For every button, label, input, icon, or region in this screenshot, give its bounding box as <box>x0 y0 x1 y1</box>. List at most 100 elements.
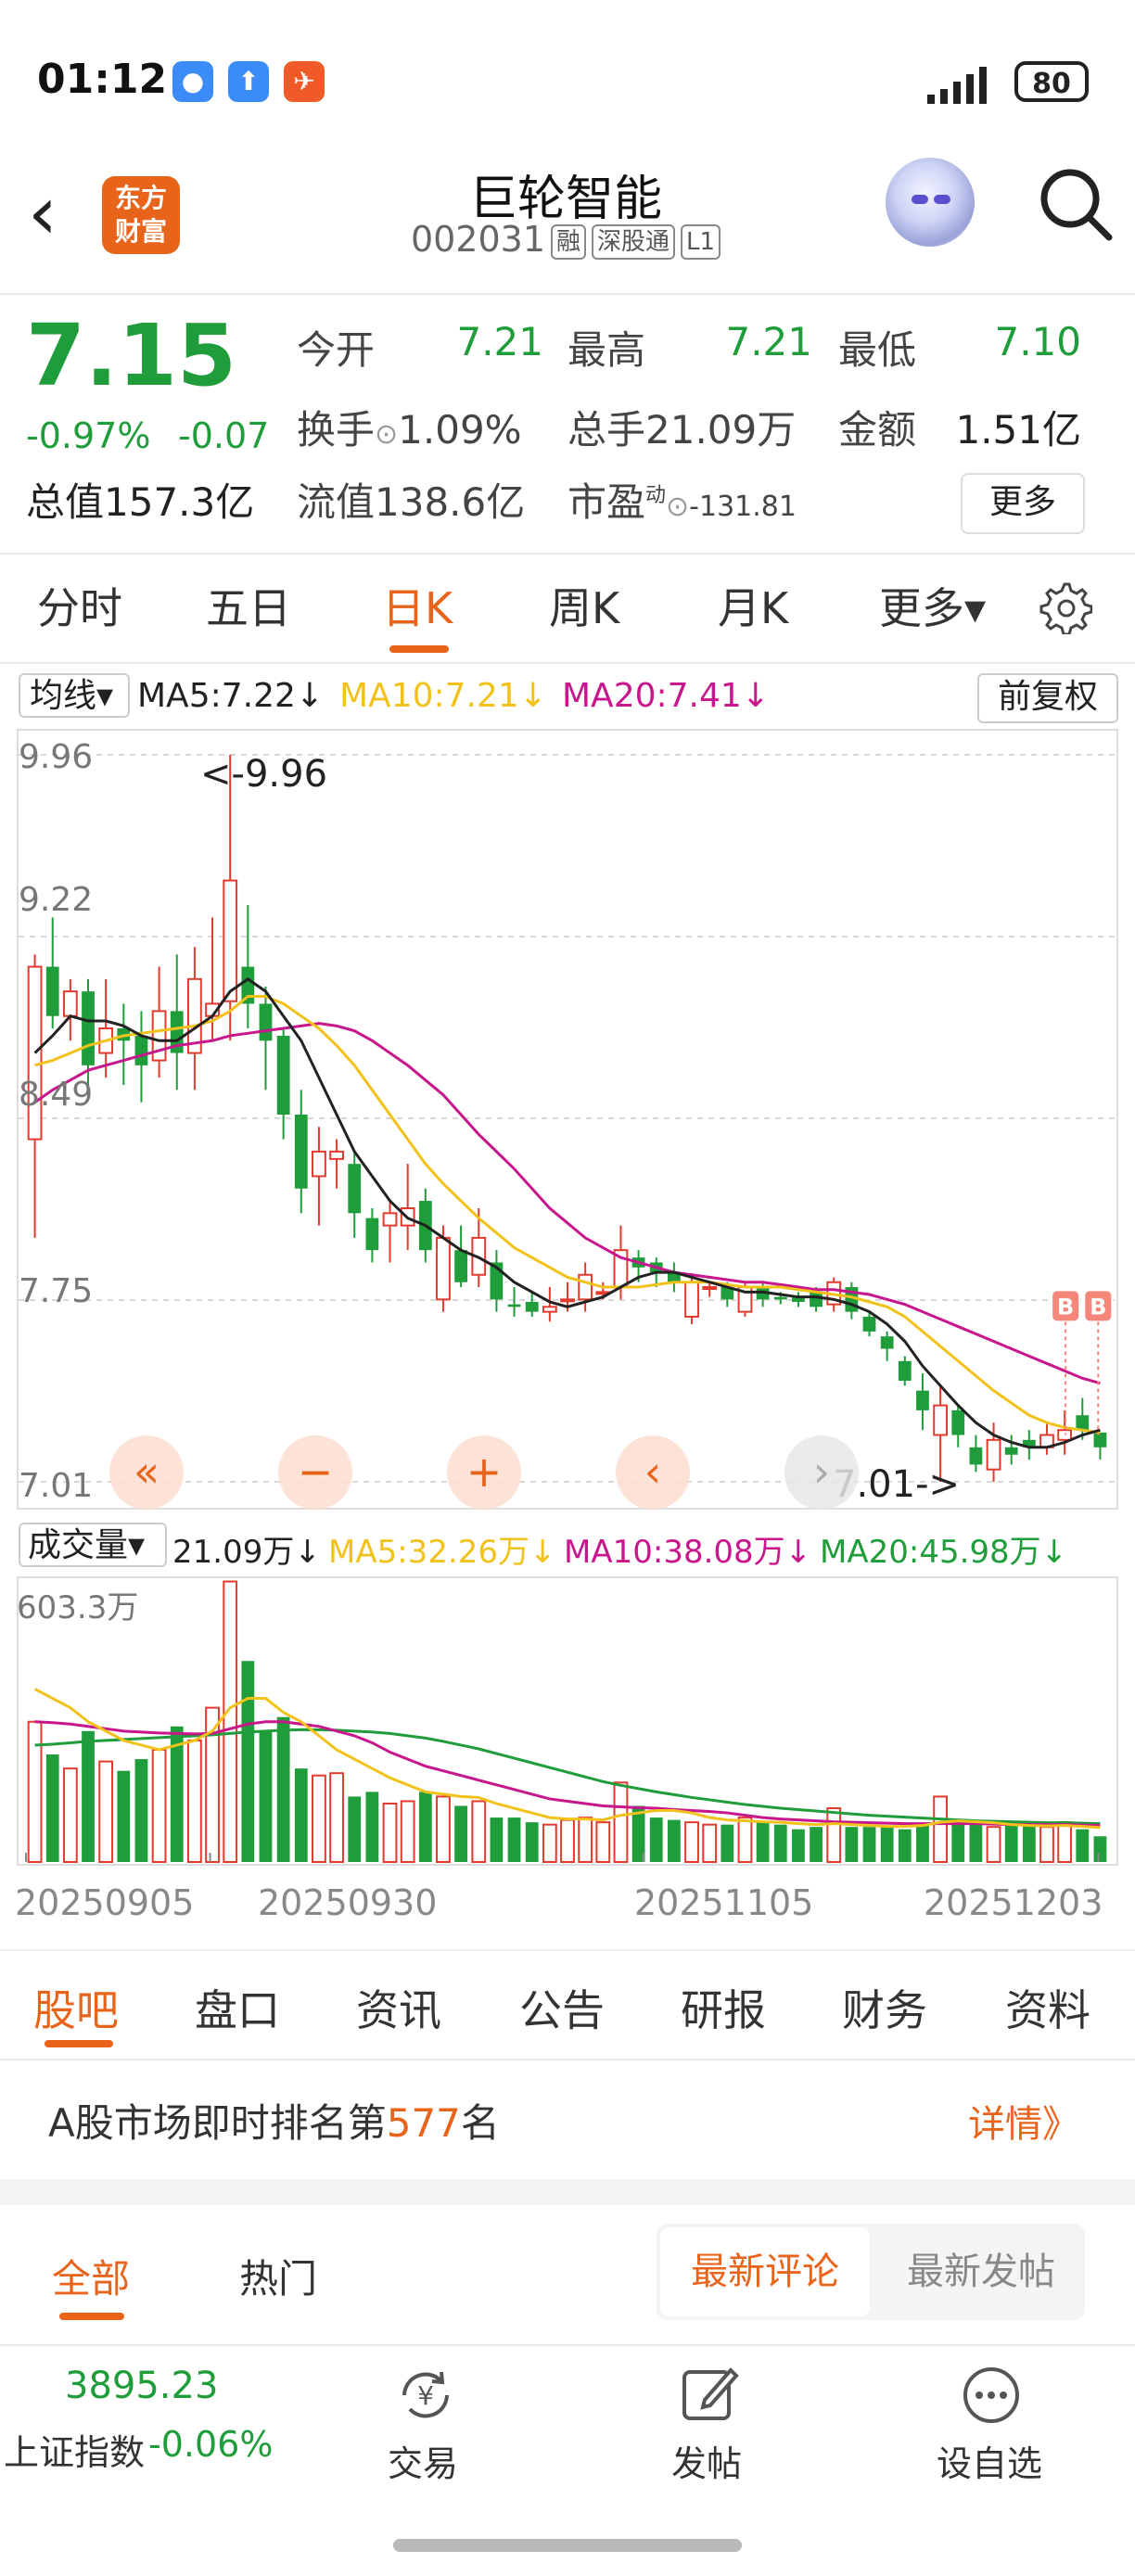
candle-down <box>348 1164 362 1214</box>
eastmoney-logo[interactable]: 东方 财富 <box>102 176 180 254</box>
more-dots-icon[interactable] <box>959 2363 1024 2428</box>
candle-down <box>862 1316 876 1332</box>
date-label: 20251203 <box>924 1882 1103 1923</box>
zoom-in-button[interactable]: + <box>447 1435 521 1510</box>
rank-prefix: A股市场即时排名第 <box>48 2100 387 2146</box>
volume-bar <box>187 1739 202 1863</box>
volume-bar <box>382 1802 398 1863</box>
level-tag: L1 <box>681 223 721 260</box>
y-tick: 8.49 <box>19 1076 94 1114</box>
change-percent: -0.97% <box>26 415 151 456</box>
tab-intraday[interactable]: 分时 <box>37 575 122 636</box>
volume-bar <box>826 1807 842 1864</box>
indicator-select[interactable]: 均线▾ <box>19 673 130 718</box>
add-watchlist-label[interactable]: 设自选 <box>937 2435 1042 2486</box>
info-icon[interactable]: ⊙ <box>666 491 689 523</box>
candle-down <box>810 1292 823 1307</box>
volume-bar <box>986 1826 1001 1863</box>
kline-chart[interactable]: BB <box>17 729 1118 1510</box>
volume-bar <box>525 1822 539 1862</box>
info-icon[interactable]: ⊙ <box>375 418 398 451</box>
volume-chart[interactable] <box>17 1576 1118 1866</box>
assistant-avatar[interactable] <box>886 158 975 247</box>
sort-latest-post[interactable]: 最新发帖 <box>881 2227 1081 2316</box>
high-value: 7.21 <box>725 319 812 364</box>
gear-icon[interactable] <box>1037 579 1092 634</box>
total-cap-value: 157.3亿 <box>104 479 255 525</box>
turnover-label[interactable]: 换手⊙1.09% <box>297 399 522 455</box>
amount-label: 金额 <box>838 407 917 453</box>
trade-icon[interactable]: ¥ <box>393 2363 458 2428</box>
rank-number: 577 <box>386 2100 461 2146</box>
y-tick: 9.96 <box>19 738 94 776</box>
candle-up <box>312 1150 326 1178</box>
volume-bar <box>312 1774 326 1863</box>
scroll-start-button[interactable]: « <box>109 1435 184 1510</box>
candle-up <box>933 1404 948 1436</box>
connect-tag: 深股通 <box>592 223 676 260</box>
candle-up <box>986 1438 1001 1471</box>
tab-guba[interactable]: 股吧 <box>33 1977 119 2038</box>
pe-label: 市盈 <box>568 479 646 525</box>
volume-svg <box>25 1580 1107 1864</box>
index-value[interactable]: 3895.23 <box>65 2365 218 2407</box>
volume-bar <box>1022 1824 1036 1862</box>
open-label: 今开 <box>297 327 376 373</box>
y-tick: 7.75 <box>19 1272 94 1310</box>
tab-profile[interactable]: 资料 <box>1005 1977 1090 2038</box>
volume-bar <box>507 1817 521 1862</box>
pe-ratio[interactable]: 市盈动⊙-131.81 <box>568 471 797 528</box>
search-icon[interactable] <box>1029 158 1122 250</box>
stock-code: 002031 <box>410 219 545 260</box>
candle-down <box>45 966 59 1016</box>
ma5-legend: MA5:7.22↓ <box>137 677 325 715</box>
margin-tag: 融 <box>551 223 587 260</box>
candle-down <box>365 1218 379 1251</box>
tab-research[interactable]: 研报 <box>681 1977 766 2038</box>
tab-weekly-k[interactable]: 周K <box>549 575 619 636</box>
post-label[interactable]: 发帖 <box>671 2435 742 2486</box>
tab-daily-k[interactable]: 日K <box>382 575 453 636</box>
volume-bar <box>276 1716 290 1862</box>
volume-bar <box>436 1795 451 1863</box>
volume-indicator-select[interactable]: 成交量▾ <box>19 1523 167 1567</box>
scroll-left-button[interactable]: ‹ <box>616 1435 690 1510</box>
amount-value: 1.51亿 <box>955 407 1081 453</box>
rank-text: A股市场即时排名第577名 <box>48 2092 500 2149</box>
tab-more-periods[interactable]: 更多▾ <box>879 575 986 636</box>
more-stats-button[interactable]: 更多 <box>961 473 1085 534</box>
feed-tab-all[interactable]: 全部 <box>52 2248 130 2304</box>
candle-down <box>241 966 255 1004</box>
volume-bar <box>862 1827 876 1862</box>
sort-latest-comment[interactable]: 最新评论 <box>660 2227 870 2316</box>
feed-tab-hot[interactable]: 热门 <box>239 2248 317 2304</box>
tab-announcements[interactable]: 公告 <box>519 1977 605 2038</box>
volume-bar <box>933 1795 948 1863</box>
scroll-right-button[interactable]: › <box>784 1435 859 1510</box>
candle-up <box>578 1273 593 1301</box>
back-button[interactable]: ‹ <box>28 167 93 260</box>
index-name[interactable]: 上证指数 <box>4 2424 145 2475</box>
volume-bar <box>578 1817 593 1864</box>
tab-monthly-k[interactable]: 月K <box>718 575 788 636</box>
tab-financials[interactable]: 财务 <box>842 1977 927 2038</box>
low-label: 最低 <box>838 327 917 373</box>
volume-bar <box>223 1580 238 1863</box>
tab-news[interactable]: 资讯 <box>356 1977 441 2038</box>
zoom-out-button[interactable]: − <box>278 1435 352 1510</box>
tab-orderbook[interactable]: 盘口 <box>195 1977 280 2038</box>
volume-bar <box>880 1827 894 1862</box>
candle-down <box>898 1360 912 1382</box>
volume-bar <box>1039 1826 1054 1863</box>
volume-bar <box>649 1817 663 1862</box>
trade-label[interactable]: 交易 <box>388 2435 458 2486</box>
compose-icon[interactable] <box>677 2363 742 2428</box>
adjustment-button[interactable]: 前复权 <box>977 673 1118 723</box>
turnover-label-text: 换手 <box>297 407 376 453</box>
candle-down <box>507 1304 521 1307</box>
tab-five-day[interactable]: 五日 <box>206 575 291 636</box>
rank-detail-link[interactable]: 详情》 <box>968 2094 1079 2148</box>
candle-down <box>82 991 95 1065</box>
volume-bar <box>134 1759 148 1862</box>
y-tick: 7.01 <box>19 1467 94 1505</box>
